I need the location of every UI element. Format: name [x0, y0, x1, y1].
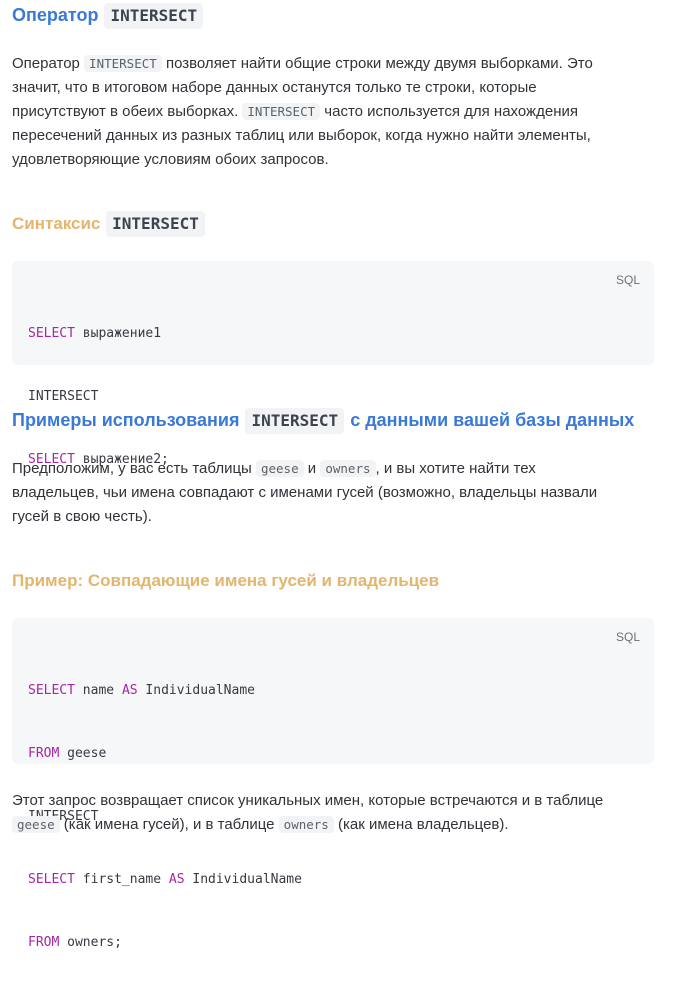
heading-example-matching-names: Пример: Совпадающие имена гусей и владел…: [12, 571, 440, 590]
code-language-label: SQL: [615, 630, 640, 644]
paragraph-line: гусей в свою честь).: [12, 508, 152, 525]
text-segment: позволяет найти общие строки между двумя…: [161, 55, 593, 72]
code-line: SELECT name AS IndividualName: [28, 680, 302, 701]
text-segment: Оператор: [12, 55, 85, 72]
code-text: IndividualName: [137, 683, 255, 698]
examples-paragraph: Предположим, у вас есть таблицы geese и …: [12, 457, 672, 529]
heading-text: Оператор: [12, 5, 99, 25]
code-text: name: [74, 683, 122, 698]
code-keyword: AS: [121, 683, 138, 698]
code-keyword: SELECT: [28, 326, 75, 341]
inline-code: geese: [12, 816, 60, 833]
code-keyword: FROM: [28, 746, 60, 761]
code-block-example[interactable]: SQL SELECT name AS IndividualName FROM g…: [12, 618, 654, 950]
code-block-syntax[interactable]: SQL SELECT выражение1 INTERSECT SELECT в…: [12, 261, 654, 467]
code-keyword: FROM: [28, 935, 60, 950]
heading-examples: Примеры использования INTERSECT с данным…: [12, 407, 634, 434]
heading-syntax: Синтаксис INTERSECT: [12, 211, 206, 237]
heading-text: Примеры использования: [12, 410, 240, 430]
heading-code: INTERSECT: [104, 3, 204, 29]
text-segment: часто используется для нахождения: [320, 103, 578, 120]
heading-operator-intersect: Оператор INTERSECT: [12, 2, 204, 29]
text-segment: и: [303, 460, 321, 477]
code-line: SELECT first_name AS IndividualName: [28, 869, 302, 890]
code-line: INTERSECT: [28, 389, 99, 404]
text-segment: (как имена гусей), и в таблице: [59, 816, 279, 833]
paragraph-line: владельцев, чьи имена совпадают с именам…: [12, 484, 598, 501]
inline-code: INTERSECT: [84, 55, 162, 72]
paragraph-line: Оператор INTERSECT позволяет найти общие…: [12, 52, 672, 76]
paragraph-line: Предположим, у вас есть таблицы geese и …: [12, 457, 672, 481]
inline-code: geese: [255, 460, 304, 477]
code-keyword: SELECT: [28, 872, 75, 887]
inline-code: owners: [320, 460, 376, 477]
text-segment: присутствуют в обеих выборках.: [12, 103, 243, 120]
heading-code: INTERSECT: [106, 211, 205, 237]
heading-text: с данными вашей базы данных: [350, 410, 635, 430]
paragraph-line: geese (как имена гусей), и в таблице own…: [12, 813, 672, 837]
inline-code: owners: [278, 816, 334, 833]
inline-code: INTERSECT: [242, 103, 321, 120]
paragraph-line: присутствуют в обеих выборках. INTERSECT…: [12, 100, 672, 124]
intro-paragraph: Оператор INTERSECT позволяет найти общие…: [12, 52, 672, 172]
code-keyword: SELECT: [28, 683, 75, 698]
code-text: first_name: [74, 872, 169, 887]
code-language-label: SQL: [615, 273, 640, 287]
code-keyword: AS: [168, 872, 185, 887]
paragraph-line: пересечений данных из разных таблиц или …: [12, 127, 591, 144]
code-text: owners;: [59, 935, 122, 950]
heading-code: INTERSECT: [245, 408, 345, 434]
code-text: выражение1: [74, 326, 162, 341]
example-explanation-paragraph: Этот запрос возвращает список уникальных…: [12, 789, 672, 837]
code-line: SELECT выражение1: [28, 323, 169, 344]
article: Оператор INTERSECT Оператор INTERSECT по…: [0, 0, 685, 950]
paragraph-line: Этот запрос возвращает список уникальных…: [12, 792, 604, 809]
heading-text: Синтаксис: [12, 214, 101, 233]
paragraph-line: значит, что в итоговом наборе данных ост…: [12, 79, 537, 96]
text-segment: Предположим, у вас есть таблицы: [12, 460, 256, 477]
code-text: geese: [59, 746, 107, 761]
code-line: FROM geese: [28, 743, 302, 764]
code-line: FROM owners;: [28, 932, 302, 953]
code-text: IndividualName: [184, 872, 302, 887]
text-segment: , и вы хотите найти тех: [375, 460, 536, 477]
text-segment: (как имена владельцев).: [333, 816, 509, 833]
paragraph-line: удовлетворяющие условиям обоих запросов.: [12, 151, 329, 168]
